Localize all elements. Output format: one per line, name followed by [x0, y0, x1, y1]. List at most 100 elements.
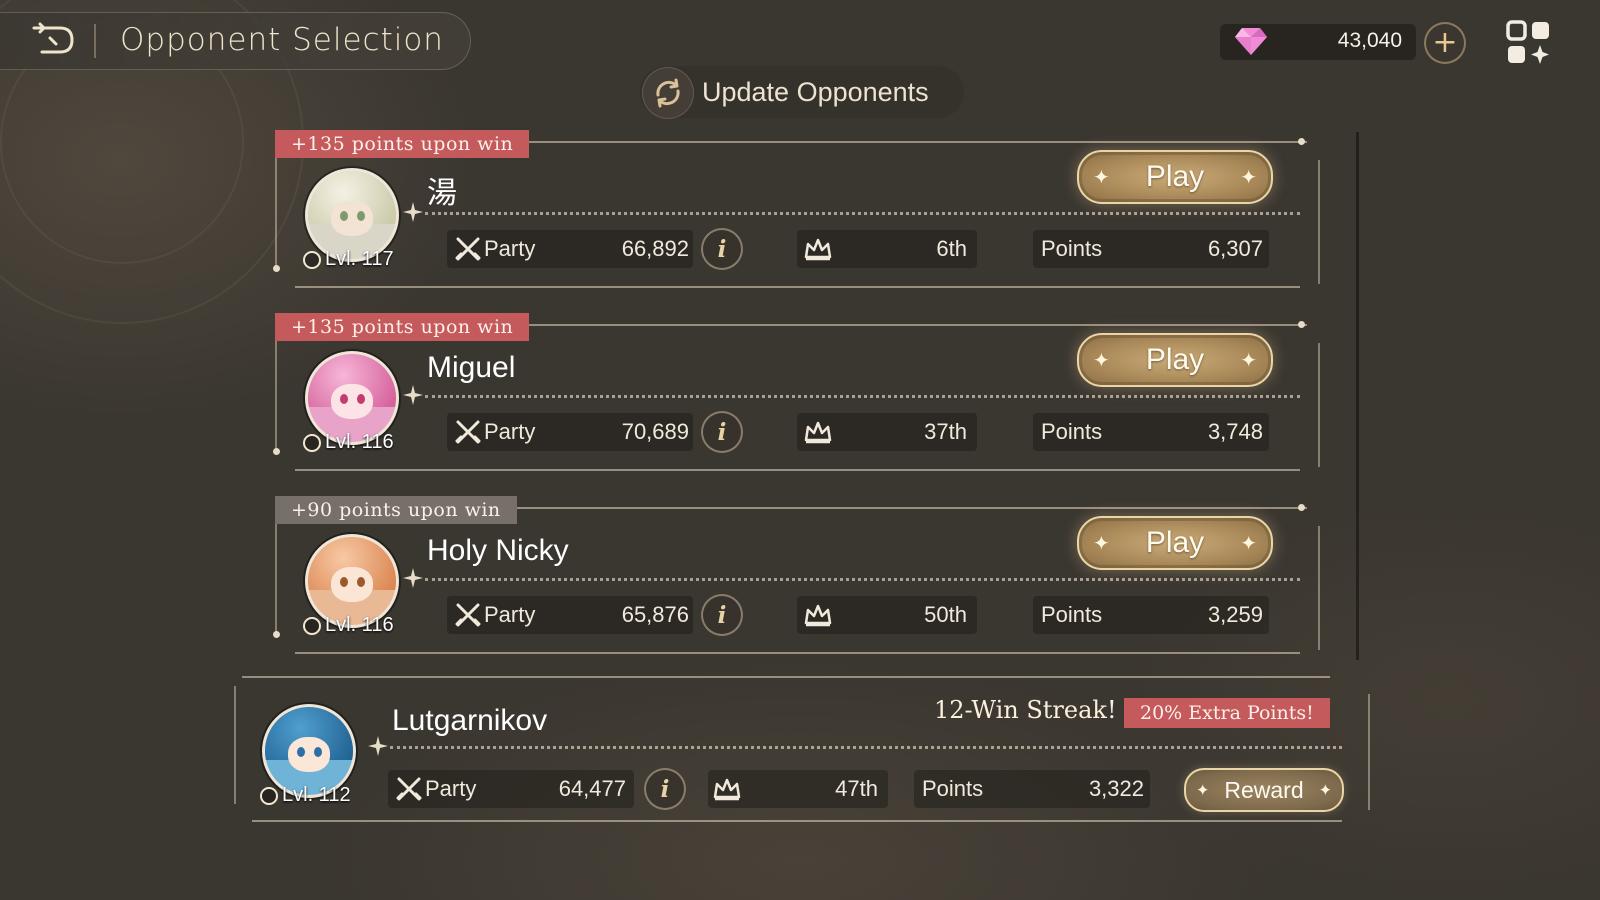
- opponent-card: +90 points upon win Lvl. 116 Holy Nicky …: [273, 496, 1325, 664]
- card-frame: [295, 286, 1300, 288]
- rank: 47th: [835, 776, 878, 801]
- scrollbar[interactable]: [1356, 132, 1359, 660]
- card-corner-dot: [273, 631, 280, 638]
- back-arrow-icon: [32, 22, 74, 54]
- crown-icon: [804, 421, 832, 444]
- star-icon: ✦: [1196, 780, 1210, 800]
- opponent-level: Lvl. 116: [303, 431, 394, 454]
- info-button[interactable]: i: [701, 594, 743, 636]
- divider: [425, 578, 1300, 581]
- info-button[interactable]: i: [701, 411, 743, 453]
- rank: 6th: [936, 236, 967, 261]
- crossed-swords-icon: [455, 603, 481, 627]
- update-opponents-label: Update Opponents: [702, 77, 929, 107]
- divider: [425, 212, 1300, 215]
- play-button[interactable]: ✦ Play ✦: [1077, 333, 1273, 387]
- card-frame: [252, 820, 1342, 822]
- star-icon: ✦: [1240, 165, 1257, 189]
- opponent-level: Lvl. 116: [303, 614, 394, 637]
- card-corner-dot: [273, 265, 280, 272]
- points-label: Points: [922, 776, 984, 801]
- star-icon: ✦: [1240, 531, 1257, 555]
- card-frame: [1368, 694, 1370, 810]
- points-label: Points: [1041, 419, 1103, 444]
- sparkle-icon: [368, 736, 388, 756]
- player-name: Lutgarnikov: [392, 704, 548, 737]
- card-frame: [275, 510, 277, 634]
- card-frame: [275, 327, 277, 451]
- star-icon: ✦: [1240, 348, 1257, 372]
- opponent-name: 湯: [427, 177, 457, 210]
- info-icon: i: [717, 418, 727, 446]
- win-bonus-tag: +135 points upon win: [275, 313, 530, 341]
- play-button[interactable]: ✦ Play ✦: [1077, 150, 1273, 204]
- rank: 50th: [924, 602, 967, 627]
- level-icon: [303, 616, 321, 635]
- win-bonus-tag: +135 points upon win: [275, 130, 530, 158]
- opponent-name: Miguel: [427, 351, 516, 384]
- card-frame: [1318, 160, 1320, 284]
- points: 6,307: [1207, 236, 1263, 261]
- sparkle-icon: [403, 202, 423, 222]
- divider: [390, 746, 1342, 749]
- refresh-icon: [642, 67, 694, 119]
- card-frame: [275, 144, 277, 268]
- star-icon: ✦: [1093, 165, 1110, 189]
- points: 3,259: [1207, 602, 1263, 627]
- extra-points-tag: 20% Extra Points!: [1124, 698, 1330, 728]
- plus-icon: +: [1432, 25, 1458, 60]
- party-label: Party: [425, 776, 477, 801]
- points: 3,748: [1207, 419, 1263, 444]
- menu-grid-icon[interactable]: [1504, 18, 1554, 68]
- party-label: Party: [484, 236, 536, 261]
- crossed-swords-icon: [455, 237, 481, 261]
- info-icon: i: [717, 601, 727, 629]
- level-icon: [303, 433, 321, 452]
- crown-icon: [804, 238, 832, 261]
- sparkle-icon: [403, 385, 423, 405]
- back-button[interactable]: [28, 20, 80, 60]
- points-label: Points: [1041, 236, 1103, 261]
- opponent-card: +135 points upon win Lvl. 116 Miguel ✦ P…: [273, 313, 1325, 481]
- gem-count: 43,040: [1337, 29, 1402, 52]
- card-corner-dot: [1298, 504, 1305, 511]
- level-icon: [303, 250, 321, 269]
- add-gems-button[interactable]: +: [1424, 22, 1466, 64]
- crown-icon: [804, 604, 832, 627]
- card-corner-dot: [1298, 321, 1305, 328]
- info-button[interactable]: i: [701, 228, 743, 270]
- info-button[interactable]: i: [644, 768, 686, 810]
- card-frame: [295, 652, 1300, 654]
- crown-icon: [713, 778, 741, 801]
- card-frame: [1318, 526, 1320, 650]
- level-icon: [260, 786, 278, 805]
- card-frame: [1318, 343, 1320, 467]
- card-frame: [242, 676, 1330, 678]
- win-bonus-tag: +90 points upon win: [275, 496, 517, 524]
- opponent-level: Lvl. 117: [303, 248, 394, 271]
- crossed-swords-icon: [396, 777, 422, 801]
- header-divider: [94, 24, 96, 58]
- party-power: 64,477: [558, 776, 626, 801]
- card-frame: [295, 469, 1300, 471]
- win-streak-label: 12-Win Streak!: [934, 696, 1117, 724]
- player-level: Lvl. 112: [260, 784, 351, 807]
- opponent-name: Holy Nicky: [427, 534, 569, 567]
- star-icon: ✦: [1093, 348, 1110, 372]
- card-frame: [234, 686, 236, 804]
- player-card: Lvl. 112 Lutgarnikov 12-Win Streak! 20% …: [232, 676, 1370, 822]
- party-power: 65,876: [621, 602, 689, 627]
- info-icon: i: [717, 235, 727, 263]
- star-icon: ✦: [1318, 780, 1332, 800]
- points-label: Points: [1041, 602, 1103, 627]
- party-label: Party: [484, 602, 536, 627]
- page-title: Opponent Selection: [120, 22, 444, 58]
- points: 3,322: [1088, 776, 1144, 801]
- party-power: 66,892: [621, 236, 689, 261]
- star-icon: ✦: [1093, 531, 1110, 555]
- reward-button[interactable]: ✦ Reward ✦: [1184, 768, 1344, 812]
- card-corner-dot: [1298, 138, 1305, 145]
- gem-icon: [1235, 28, 1267, 55]
- info-icon: i: [660, 775, 670, 803]
- play-button[interactable]: ✦ Play ✦: [1077, 516, 1273, 570]
